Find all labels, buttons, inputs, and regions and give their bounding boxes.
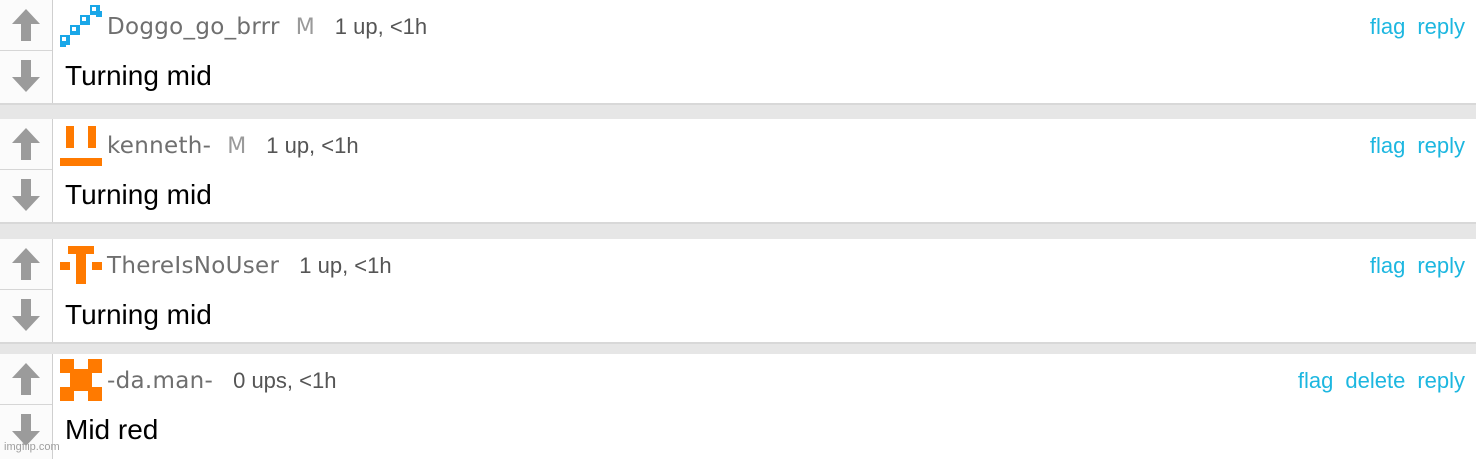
upvote-button[interactable] bbox=[0, 0, 52, 51]
comment: Doggo_go_brrr M 1 up, <1h flag reply Tur… bbox=[0, 0, 1476, 105]
vote-column bbox=[0, 119, 53, 222]
arrow-up-icon bbox=[12, 363, 40, 395]
comment-stats: 0 ups, <1h bbox=[233, 368, 337, 393]
comment-meta: Doggo_go_brrr M 1 up, <1h bbox=[107, 10, 427, 44]
upvote-button[interactable] bbox=[0, 119, 52, 170]
pixel-cross-avatar-icon[interactable] bbox=[60, 244, 102, 286]
comment-text: Turning mid bbox=[65, 60, 212, 91]
downvote-button[interactable] bbox=[0, 51, 52, 101]
arrow-down-icon bbox=[12, 179, 40, 211]
arrow-up-icon bbox=[12, 248, 40, 280]
comment: kenneth- M 1 up, <1h flag reply Turning … bbox=[0, 119, 1476, 224]
comment-text: Turning mid bbox=[65, 179, 212, 210]
delete-link[interactable]: delete bbox=[1345, 368, 1405, 394]
mod-badge: M bbox=[295, 14, 315, 40]
flag-link[interactable]: flag bbox=[1370, 253, 1405, 279]
watermark: imgflip.com bbox=[4, 441, 60, 453]
reply-link[interactable]: reply bbox=[1417, 14, 1465, 40]
downvote-button[interactable] bbox=[0, 170, 52, 220]
comment: -da.man- 0 ups, <1h flag delete reply Mi… bbox=[0, 354, 1476, 459]
comment-stats: 1 up, <1h bbox=[266, 133, 359, 158]
flag-link[interactable]: flag bbox=[1370, 133, 1405, 159]
comment-actions: flag reply bbox=[1370, 10, 1465, 44]
vote-column bbox=[0, 239, 53, 342]
vote-column bbox=[0, 0, 53, 103]
comment-stats: 1 up, <1h bbox=[334, 14, 428, 39]
comment-actions: flag reply bbox=[1370, 249, 1465, 283]
comment-text: Turning mid bbox=[65, 299, 212, 330]
flag-link[interactable]: flag bbox=[1298, 368, 1333, 394]
comment-actions: flag reply bbox=[1370, 129, 1465, 163]
pixel-diagonal-avatar-icon[interactable] bbox=[60, 5, 102, 47]
comment-meta: ThereIsNoUser 1 up, <1h bbox=[107, 249, 392, 283]
comment-text: Mid red bbox=[65, 414, 159, 445]
upvote-button[interactable] bbox=[0, 354, 52, 405]
comment-actions: flag delete reply bbox=[1298, 364, 1465, 398]
reply-link[interactable]: reply bbox=[1417, 253, 1465, 279]
downvote-button[interactable] bbox=[0, 290, 52, 340]
upvote-button[interactable] bbox=[0, 239, 52, 290]
username-link[interactable]: kenneth- bbox=[107, 133, 211, 159]
mod-badge: M bbox=[227, 133, 247, 159]
username-link[interactable]: -da.man- bbox=[107, 368, 213, 394]
comment-meta: -da.man- 0 ups, <1h bbox=[107, 364, 336, 398]
reply-link[interactable]: reply bbox=[1417, 133, 1465, 159]
comment-meta: kenneth- M 1 up, <1h bbox=[107, 129, 359, 163]
arrow-down-icon bbox=[12, 299, 40, 331]
pixel-x-avatar-icon[interactable] bbox=[60, 359, 102, 401]
pixel-face-avatar-icon[interactable] bbox=[60, 124, 102, 166]
arrow-up-icon bbox=[12, 9, 40, 41]
arrow-down-icon bbox=[12, 60, 40, 92]
arrow-up-icon bbox=[12, 128, 40, 160]
flag-link[interactable]: flag bbox=[1370, 14, 1405, 40]
username-link[interactable]: Doggo_go_brrr bbox=[107, 14, 280, 40]
username-link[interactable]: ThereIsNoUser bbox=[107, 253, 279, 279]
reply-link[interactable]: reply bbox=[1417, 368, 1465, 394]
comment: ThereIsNoUser 1 up, <1h flag reply Turni… bbox=[0, 239, 1476, 344]
comment-stats: 1 up, <1h bbox=[299, 253, 392, 278]
